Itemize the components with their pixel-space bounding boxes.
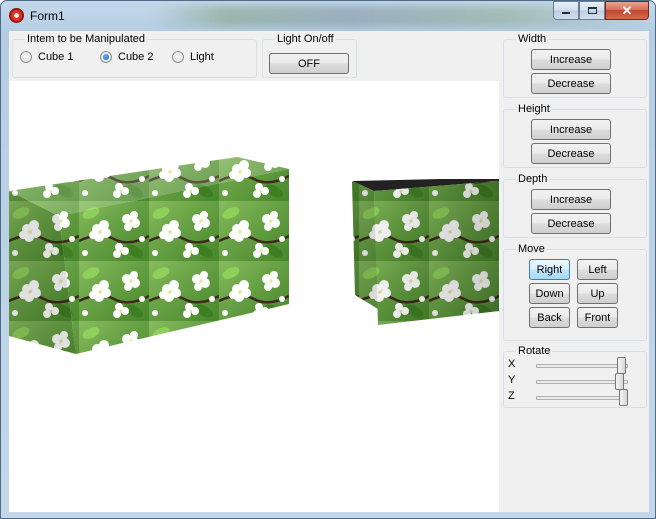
depth-group-legend: Depth xyxy=(516,172,550,186)
height-decrease-button[interactable]: Decrease xyxy=(531,143,611,164)
move-down-button[interactable]: Down xyxy=(529,283,570,304)
radio-cube-1[interactable]: Cube 1 xyxy=(20,51,73,63)
radio-cube-2[interactable]: Cube 2 xyxy=(100,51,153,63)
radio-light[interactable]: Light xyxy=(172,51,214,63)
move-left-button[interactable]: Left xyxy=(577,259,618,280)
radio-cube-2-indicator[interactable] xyxy=(100,51,112,63)
rotate-x-thumb[interactable] xyxy=(617,357,627,374)
move-up-button[interactable]: Up xyxy=(577,283,618,304)
client-area: Intem to be Manipulated Cube 1 Cube 2 Li… xyxy=(9,31,649,512)
window-frame: Form1 ✕ Intem to be Manipulated Cube 1 C… xyxy=(0,0,656,519)
move-right-button[interactable]: Right xyxy=(529,259,570,280)
radio-cube-1-indicator[interactable] xyxy=(20,51,32,63)
window-title: Form1 xyxy=(30,9,65,23)
rotate-group: Rotate X Y Z xyxy=(503,344,647,408)
light-group: Light On/off OFF xyxy=(262,32,357,78)
rotate-y-thumb[interactable] xyxy=(614,373,624,390)
depth-group: Depth Increase Decrease xyxy=(503,172,647,238)
minimize-icon xyxy=(562,12,570,14)
app-icon[interactable] xyxy=(9,8,24,23)
close-icon: ✕ xyxy=(621,3,633,18)
minimize-button[interactable] xyxy=(553,1,579,20)
rotate-y-label: Y xyxy=(508,374,516,386)
width-group: Width Increase Decrease xyxy=(503,32,647,98)
height-increase-button[interactable]: Increase xyxy=(531,119,611,140)
width-group-legend: Width xyxy=(516,32,549,46)
depth-decrease-button[interactable]: Decrease xyxy=(531,213,611,234)
light-toggle-button[interactable]: OFF xyxy=(269,53,349,74)
height-group-legend: Height xyxy=(516,102,552,116)
rotate-z-track[interactable] xyxy=(536,396,628,400)
radio-cube-1-label: Cube 1 xyxy=(38,51,74,63)
manipulate-group-legend: Intem to be Manipulated xyxy=(25,32,148,46)
maximize-icon xyxy=(587,7,597,14)
rotate-group-legend: Rotate xyxy=(516,344,553,358)
rotate-x-track[interactable] xyxy=(536,364,628,368)
move-group-legend: Move xyxy=(516,242,547,256)
width-increase-button[interactable]: Increase xyxy=(531,49,611,70)
rotate-z-thumb[interactable] xyxy=(619,389,628,406)
move-group: Move Right Left Down Up Back Front xyxy=(503,242,647,341)
move-back-button[interactable]: Back xyxy=(529,307,570,328)
3d-viewport[interactable] xyxy=(9,81,499,512)
window-controls: ✕ xyxy=(553,1,649,21)
height-group: Height Increase Decrease xyxy=(503,102,647,168)
move-front-button[interactable]: Front xyxy=(577,307,618,328)
rotate-z-label: Z xyxy=(508,390,515,402)
radio-light-label: Light xyxy=(190,51,214,63)
title-bar[interactable]: Form1 ✕ xyxy=(1,1,655,31)
cube-2[interactable] xyxy=(352,179,499,325)
cube-1[interactable] xyxy=(9,157,289,354)
light-group-legend: Light On/off xyxy=(275,32,336,46)
close-button[interactable]: ✕ xyxy=(605,1,649,20)
maximize-button[interactable] xyxy=(579,1,605,20)
depth-increase-button[interactable]: Increase xyxy=(531,189,611,210)
radio-cube-2-label: Cube 2 xyxy=(118,51,154,63)
width-decrease-button[interactable]: Decrease xyxy=(531,73,611,94)
manipulate-group: Intem to be Manipulated Cube 1 Cube 2 Li… xyxy=(12,32,257,78)
radio-light-indicator[interactable] xyxy=(172,51,184,63)
rotate-x-label: X xyxy=(508,358,516,370)
scene-canvas xyxy=(9,157,499,354)
